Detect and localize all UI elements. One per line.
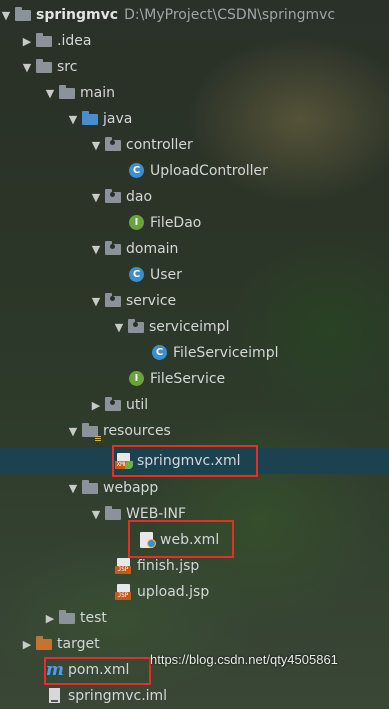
interface-icon: I [128,371,146,387]
chevron-down-icon[interactable]: ▼ [113,314,125,340]
highlight-box-springmvc-xml [112,445,258,477]
tree-row-springmvc-iml[interactable]: springmvc.iml [0,683,389,709]
chevron-right-icon[interactable]: ▶ [90,392,102,418]
chevron-down-icon[interactable]: ▼ [90,184,102,210]
module-folder-icon [14,7,32,23]
tree-label: FileService [150,371,226,387]
jsp-file-icon: JSP [115,558,133,574]
chevron-right-icon[interactable]: ▶ [21,28,33,54]
folder-icon [81,480,99,496]
package-icon [104,293,122,309]
chevron-down-icon[interactable]: ▼ [90,501,102,527]
tree-label: target [57,636,100,652]
excluded-folder-icon [35,636,53,652]
tree-label: FileDao [150,215,202,231]
tree-label: upload.jsp [137,584,210,600]
package-icon [104,137,122,153]
tree-row-springmvc[interactable]: ▼ springmvc D:\MyProject\CSDN\springmvc [0,2,389,28]
chevron-right-icon[interactable]: ▶ [44,605,56,631]
tree-row-idea[interactable]: ▶ .idea [0,28,389,54]
tree-label: resources [103,423,171,439]
tree-row-controller[interactable]: ▼ controller [0,132,389,158]
tree-row-util[interactable]: ▶ util [0,392,389,418]
tree-row-serviceimpl[interactable]: ▼ serviceimpl [0,314,389,340]
class-icon: C [128,267,146,283]
chevron-down-icon[interactable]: ▼ [67,475,79,501]
chevron-down-icon[interactable]: ▼ [67,418,79,444]
package-icon [104,189,122,205]
tree-row-test[interactable]: ▶ test [0,605,389,631]
class-icon: C [151,345,169,361]
tree-label: UploadController [150,163,268,179]
resources-folder-icon [81,423,101,441]
tree-label: domain [126,241,179,257]
tree-row-file-service[interactable]: I FileService [0,366,389,392]
highlight-box-web-xml [128,520,234,558]
tree-row-domain[interactable]: ▼ domain [0,236,389,262]
chevron-down-icon[interactable]: ▼ [90,132,102,158]
chevron-right-icon[interactable]: ▶ [21,631,33,657]
tree-label: FileServiceimpl [173,345,279,361]
package-icon [104,397,122,413]
tree-row-main[interactable]: ▼ main [0,80,389,106]
jsp-file-icon: JSP [115,584,133,600]
tree-label: controller [126,137,193,153]
package-icon [104,241,122,257]
tree-label: main [80,85,115,101]
folder-icon [58,610,76,626]
highlight-box-pom-xml [44,657,151,685]
tree-label: .idea [57,33,92,49]
tree-label: test [80,610,107,626]
tree-row-dao[interactable]: ▼ dao [0,184,389,210]
tree-label: webapp [103,480,159,496]
chevron-down-icon[interactable]: ▼ [0,2,12,28]
tree-row-upload-jsp[interactable]: JSP upload.jsp [0,579,389,605]
source-folder-icon [81,111,99,127]
folder-icon [35,59,53,75]
chevron-down-icon[interactable]: ▼ [21,54,33,80]
tree-label: springmvc.iml [68,688,168,704]
project-path: D:\MyProject\CSDN\springmvc [124,7,336,23]
tree-row-service[interactable]: ▼ service [0,288,389,314]
watermark-text: https://blog.csdn.net/qty4505861 [150,652,338,667]
tree-label: src [57,59,78,75]
tree-label: serviceimpl [149,319,230,335]
tree-row-resources[interactable]: ▼ resources [0,418,389,444]
chevron-down-icon[interactable]: ▼ [44,80,56,106]
chevron-down-icon[interactable]: ▼ [90,236,102,262]
folder-icon [35,33,53,49]
chevron-down-icon[interactable]: ▼ [90,288,102,314]
interface-icon: I [128,215,146,231]
project-name: springmvc [36,7,119,23]
chevron-down-icon[interactable]: ▼ [67,106,79,132]
tree-row-upload-controller[interactable]: C UploadController [0,158,389,184]
tree-label: service [126,293,177,309]
tree-label: dao [126,189,153,205]
tree-label: finish.jsp [137,558,200,574]
package-icon [127,319,145,335]
tree-label: util [126,397,149,413]
tree-row-src[interactable]: ▼ src [0,54,389,80]
tree-row-user[interactable]: C User [0,262,389,288]
folder-icon [58,85,76,101]
class-icon: C [128,163,146,179]
tree-row-file-service-impl[interactable]: C FileServiceimpl [0,340,389,366]
iml-file-icon [46,688,64,704]
tree-label: java [103,111,133,127]
tree-row-webapp[interactable]: ▼ webapp [0,475,389,501]
folder-icon [104,506,122,522]
tree-row-file-dao[interactable]: I FileDao [0,210,389,236]
tree-row-java[interactable]: ▼ java [0,106,389,132]
tree-label: User [150,267,182,283]
